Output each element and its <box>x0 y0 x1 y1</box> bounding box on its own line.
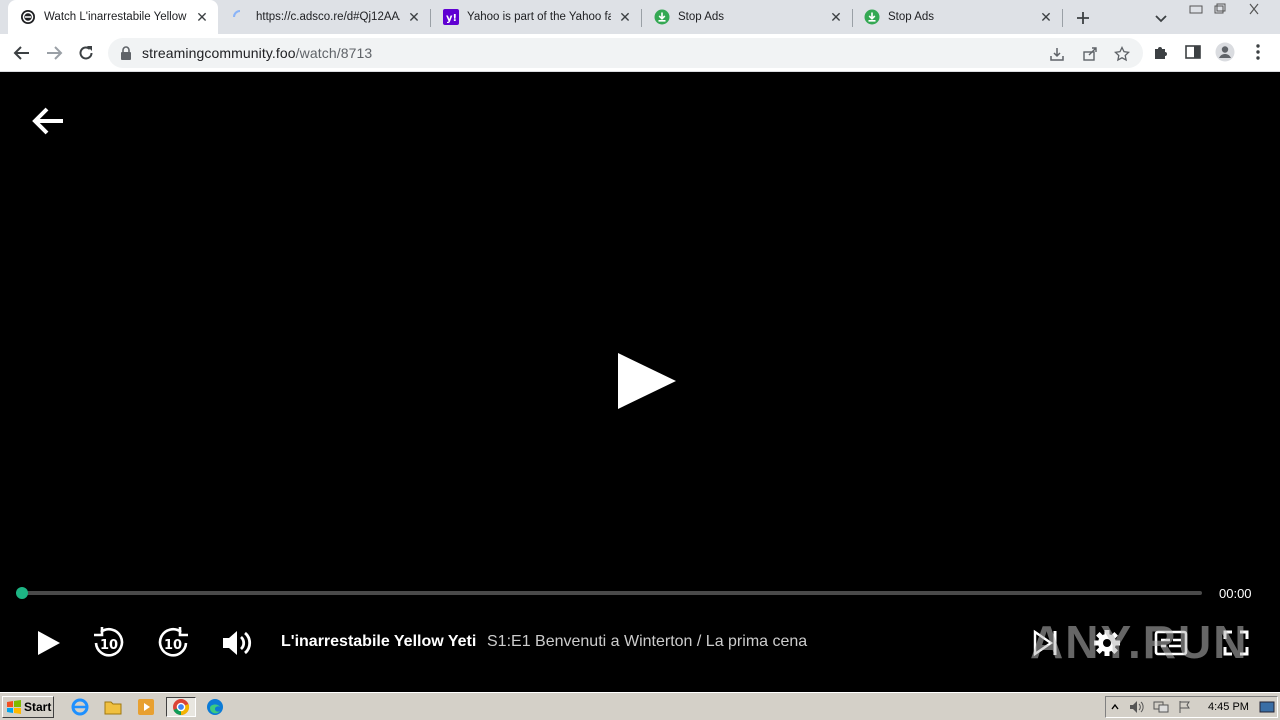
volume-icon[interactable] <box>217 623 257 663</box>
url-path: /watch/8713 <box>295 45 373 61</box>
address-bar[interactable]: streamingcommunity.foo/watch/8713 <box>108 38 1143 68</box>
ie-icon[interactable] <box>69 697 91 717</box>
extensions-puzzle-icon[interactable] <box>1151 42 1171 62</box>
tab-adsco[interactable]: https://c.adsco.re/d#Qj12AAA ✕ <box>220 0 431 34</box>
share-icon[interactable] <box>1081 45 1099 63</box>
windows-logo-icon <box>7 700 21 714</box>
episode-title: S1:E1 Benvenuti a Winterton / La prima c… <box>487 633 808 650</box>
tab-strip: Watch L'inarrestabile Yellow Ye ✕ https:… <box>0 0 1280 34</box>
download-favicon-icon <box>864 9 880 25</box>
svg-text:y!: y! <box>446 13 457 24</box>
network-icon[interactable] <box>1152 697 1170 717</box>
tab-title: Watch L'inarrestabile Yellow Ye <box>44 11 188 23</box>
big-play-icon[interactable] <box>612 348 682 414</box>
file-explorer-icon[interactable] <box>102 697 124 717</box>
url-text[interactable]: streamingcommunity.foo/watch/8713 <box>142 45 372 61</box>
tray-expand-icon[interactable] <box>1108 697 1122 717</box>
media-player-icon[interactable] <box>135 697 157 717</box>
tab-close-icon[interactable]: ✕ <box>194 9 210 25</box>
time-display: 00:00 <box>1219 586 1252 601</box>
streaming-favicon-icon <box>20 9 36 25</box>
video-player[interactable]: 00:00 10 10 L'inarrestabile Yellow Yeti … <box>0 72 1280 692</box>
rewind-10-button[interactable]: 10 <box>89 623 129 663</box>
close-window-icon[interactable] <box>1244 1 1264 17</box>
profile-avatar-icon[interactable] <box>1215 42 1235 62</box>
tab-close-icon[interactable]: ✕ <box>828 9 844 25</box>
start-label: Start <box>24 700 52 714</box>
show-desktop-icon[interactable] <box>1257 697 1277 717</box>
show-title: L'inarrestabile Yellow Yeti <box>281 633 477 650</box>
progress-knob[interactable] <box>16 587 28 599</box>
browser-toolbar: streamingcommunity.foo/watch/8713 <box>0 34 1280 72</box>
watermark: ANY.RUN <box>1030 616 1249 668</box>
rewind-10-label: 10 <box>100 638 118 653</box>
tab-stop-ads-2[interactable]: Stop Ads ✕ <box>852 0 1063 34</box>
forward-10-icon: 10 <box>158 627 188 657</box>
loading-spinner-icon <box>232 9 248 25</box>
rewind-10-icon: 10 <box>94 627 124 657</box>
tab-title: https://c.adsco.re/d#Qj12AAA <box>256 11 400 23</box>
tab-close-icon[interactable]: ✕ <box>406 9 422 25</box>
taskbar: Start 4:45 PM <box>0 692 1280 720</box>
tab-title: Yahoo is part of the Yahoo fam <box>467 11 611 23</box>
tab-title: Stop Ads <box>888 11 935 23</box>
reload-icon[interactable] <box>75 42 97 64</box>
tab-search-chevron-icon[interactable] <box>1152 9 1170 27</box>
yahoo-favicon-icon: y! <box>443 9 459 25</box>
progress-bar[interactable] <box>22 591 1202 595</box>
chrome-icon <box>173 699 190 716</box>
flag-icon[interactable] <box>1176 697 1194 717</box>
tab-watch[interactable]: Watch L'inarrestabile Yellow Ye ✕ <box>8 0 218 34</box>
start-button[interactable]: Start <box>2 696 54 718</box>
menu-kebab-icon[interactable] <box>1248 42 1268 62</box>
forward-10-label: 10 <box>164 638 182 653</box>
system-tray <box>1105 696 1278 718</box>
taskbar-clock: 4:45 PM <box>1208 701 1249 713</box>
browser-chrome: Watch L'inarrestabile Yellow Ye ✕ https:… <box>0 0 1280 72</box>
new-tab-plus-icon[interactable] <box>1072 7 1094 29</box>
edge-icon[interactable] <box>204 697 226 717</box>
lock-icon <box>121 46 131 60</box>
speaker-icon[interactable] <box>1128 697 1146 717</box>
url-host: streamingcommunity.foo <box>142 45 296 61</box>
tab-title: Stop Ads <box>678 11 725 23</box>
tab-stop-ads-1[interactable]: Stop Ads ✕ <box>642 0 853 34</box>
install-icon[interactable] <box>1048 45 1066 63</box>
tab-close-icon[interactable]: ✕ <box>1038 9 1054 25</box>
bookmark-star-icon[interactable] <box>1113 45 1131 63</box>
back-nav-icon[interactable] <box>11 42 33 64</box>
side-panel-icon[interactable] <box>1183 42 1203 62</box>
forward-nav-icon[interactable] <box>43 42 65 64</box>
tab-yahoo[interactable]: y! Yahoo is part of the Yahoo fam ✕ <box>431 0 642 34</box>
forward-10-button[interactable]: 10 <box>153 623 193 663</box>
restore-icon[interactable] <box>1210 1 1230 17</box>
tab-close-icon[interactable]: ✕ <box>617 9 633 25</box>
back-arrow-icon[interactable] <box>30 105 66 137</box>
download-favicon-icon <box>654 9 670 25</box>
play-icon[interactable] <box>30 623 66 663</box>
chrome-taskbar-button[interactable] <box>166 697 196 717</box>
minimize-icon[interactable] <box>1186 1 1206 17</box>
